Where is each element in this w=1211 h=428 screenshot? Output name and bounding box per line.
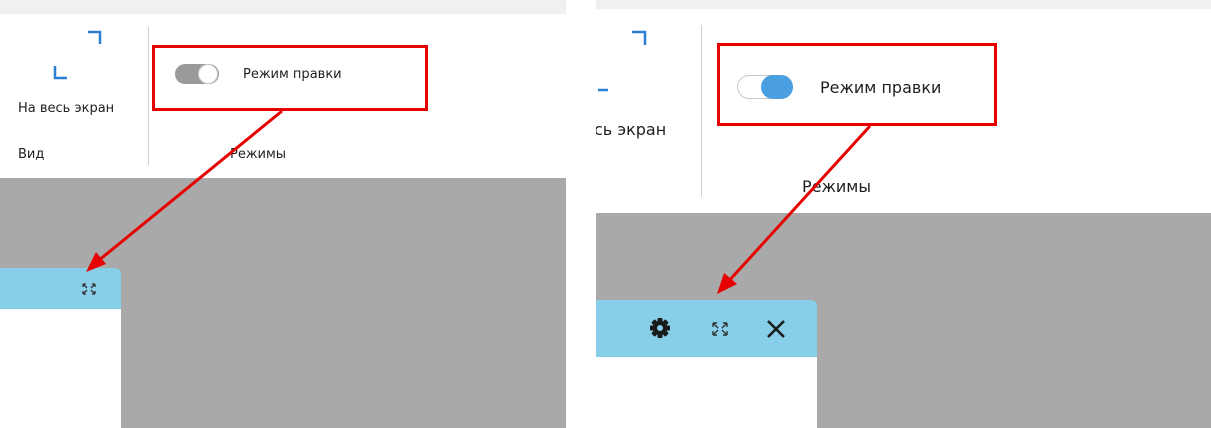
- expand-icon[interactable]: [708, 318, 732, 340]
- highlight-box: [152, 45, 428, 111]
- group-modes-label: Режимы: [802, 177, 872, 196]
- ribbon-top-strip: [0, 0, 566, 14]
- ribbon-separator: [701, 25, 702, 197]
- widget-window-header: [0, 268, 121, 309]
- fullscreen-icon: [53, 30, 102, 80]
- gear-icon[interactable]: [648, 316, 672, 340]
- fullscreen-label: сь экран: [596, 120, 667, 139]
- after-panel: сь экран Режим правки Режимы: [596, 0, 1211, 428]
- widget-window-body: [0, 309, 121, 428]
- widget-window-body: [596, 357, 817, 428]
- widget-window-header: [596, 300, 817, 357]
- ribbon-separator: [148, 27, 149, 165]
- group-view-label: Вид: [18, 147, 45, 162]
- expand-icon[interactable]: [79, 280, 99, 298]
- ribbon-top-strip: [596, 0, 1211, 9]
- before-panel: На весь экран Вид Режим правки Режимы: [0, 0, 566, 428]
- group-modes-label: Режимы: [230, 147, 287, 162]
- highlight-box: [717, 43, 997, 126]
- fullscreen-label: На весь экран: [18, 101, 115, 116]
- close-icon[interactable]: [764, 317, 788, 341]
- fullscreen-icon: [598, 30, 647, 92]
